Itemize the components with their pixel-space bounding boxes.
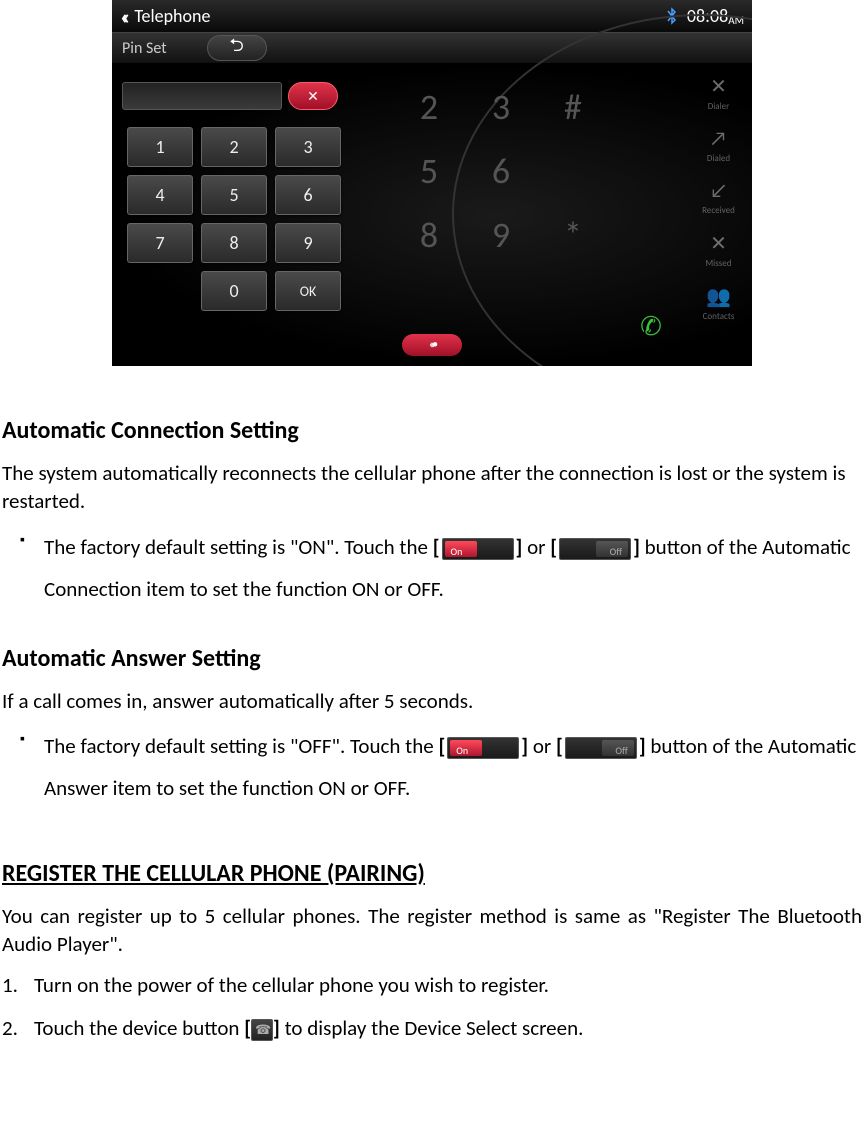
menu-dialed[interactable]: ↗Dialed	[707, 127, 730, 164]
key-7[interactable]: 7	[127, 223, 193, 263]
telephone-ui-screenshot: ‹‹‹ Telephone 08:08AM Pin Set ⮌ 23# 56 8…	[112, 0, 752, 366]
step-number: 1.	[2, 969, 34, 1003]
key-2[interactable]: 2	[201, 127, 267, 167]
auto-answer-intro: If a call comes in, answer automatically…	[2, 687, 862, 715]
pin-set-label: Pin Set	[122, 39, 167, 58]
dialed-icon: ↗	[710, 127, 728, 151]
auto-connection-intro: The system automatically reconnects the …	[2, 459, 862, 516]
toggle-off-icon	[565, 737, 637, 759]
key-3[interactable]: 3	[275, 127, 341, 167]
bullet-text: The factory default setting is "OFF". To…	[44, 725, 862, 809]
key-6[interactable]: 6	[275, 175, 341, 215]
dialer-icon: ✕	[710, 74, 727, 99]
right-menu: ✕Dialer ↗Dialed ↙Received ✕Missed 👥Conta…	[691, 74, 746, 322]
step-text: Touch the device button [] to display th…	[34, 1012, 862, 1046]
bottom-chevron-button[interactable]: ‹‹‹•	[402, 334, 462, 356]
auto-connection-bullet: ▪ The factory default setting is "ON". T…	[20, 526, 862, 610]
main-area: 23# 56 89* ✕Dialer ↗Dialed ↙Received ✕Mi…	[112, 64, 752, 366]
key-5[interactable]: 5	[201, 175, 267, 215]
background-keypad: 23# 56 89*	[392, 74, 610, 268]
menu-dialer[interactable]: ✕Dialer	[708, 74, 730, 112]
heading-auto-answer: Automatic Answer Setting	[2, 644, 862, 673]
menu-contacts[interactable]: 👥Contacts	[703, 284, 735, 322]
document-body: Automatic Connection Setting The system …	[0, 416, 864, 1046]
pinset-back-button[interactable]: ⮌	[207, 35, 267, 61]
heading-auto-connection: Automatic Connection Setting	[2, 416, 862, 445]
pin-input-field[interactable]	[122, 82, 282, 110]
received-icon: ↙	[710, 179, 728, 203]
pin-keypad: 1 2 3 4 5 6 7 8 9 0 OK	[122, 122, 346, 316]
key-4[interactable]: 4	[127, 175, 193, 215]
call-button[interactable]: ✆	[630, 310, 672, 346]
register-step-1: 1. Turn on the power of the cellular pho…	[2, 969, 862, 1003]
toggle-on-icon	[447, 737, 519, 759]
register-step-2: 2. Touch the device button [] to display…	[2, 1012, 862, 1046]
device-button-icon	[251, 1019, 273, 1041]
key-0[interactable]: 0	[201, 271, 267, 311]
menu-received[interactable]: ↙Received	[702, 179, 735, 216]
pin-input-row: ✕	[122, 82, 338, 110]
heading-register-phone: REGISTER THE CELLULAR PHONE (PAIRING)	[2, 859, 862, 888]
key-8[interactable]: 8	[201, 223, 267, 263]
bullet-text: The factory default setting is "ON". Tou…	[44, 526, 862, 610]
toggle-off-icon	[559, 538, 631, 560]
key-9[interactable]: 9	[275, 223, 341, 263]
toggle-on-icon	[442, 538, 514, 560]
auto-answer-bullet: ▪ The factory default setting is "OFF". …	[20, 725, 862, 809]
bullet-marker: ▪	[20, 725, 44, 809]
key-1[interactable]: 1	[127, 127, 193, 167]
contacts-icon: 👥	[706, 284, 731, 309]
pin-clear-button[interactable]: ✕	[288, 82, 338, 110]
menu-missed[interactable]: ✕Missed	[705, 231, 731, 269]
step-number: 2.	[2, 1012, 34, 1046]
status-title: Telephone	[134, 5, 665, 27]
bullet-marker: ▪	[20, 526, 44, 610]
register-intro: You can register up to 5 cellular phones…	[2, 902, 862, 959]
key-ok[interactable]: OK	[275, 271, 341, 311]
back-chevrons-icon[interactable]: ‹‹‹	[120, 3, 124, 30]
missed-icon: ✕	[710, 231, 727, 256]
step-text: Turn on the power of the cellular phone …	[34, 969, 862, 1003]
